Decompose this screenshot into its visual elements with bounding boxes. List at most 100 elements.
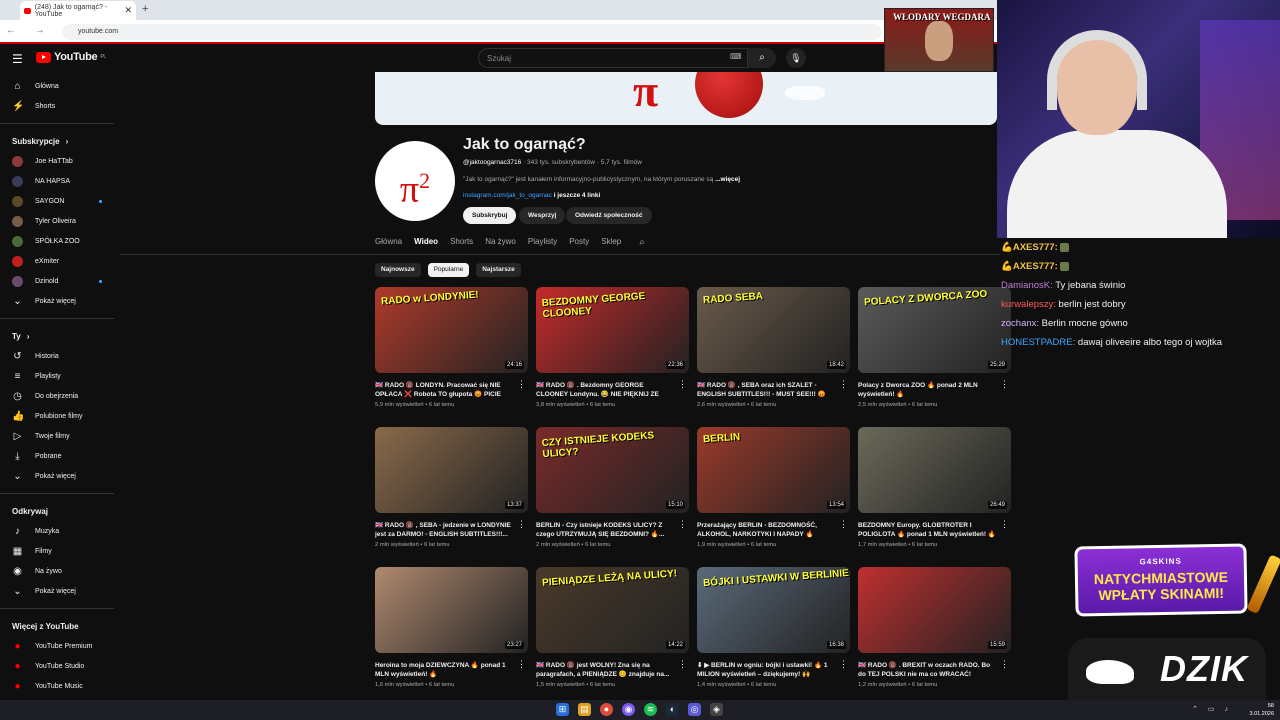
clock[interactable]: 58 3.01.2026 [1250,702,1274,718]
video-title[interactable]: 🇬🇧 RADO 🔞 . BREXIT w oczach RADO. Bo do … [858,661,1011,679]
video-thumbnail[interactable]: RADO w LONDYNIE! 24:16 [375,287,528,373]
sidebar-item[interactable]: ↺ Historia [0,346,120,366]
discord-icon[interactable]: ◉ [622,703,635,716]
more-options-icon[interactable]: ⋮ [678,659,687,670]
video-card[interactable]: 15:59 🇬🇧 RADO 🔞 . BREXIT w oczach RADO. B… [858,567,1011,707]
steam-icon[interactable]: ◐ [666,703,679,716]
tab-na-żywo[interactable]: Na żywo [485,237,516,248]
subs-show-more[interactable]: ⌄ Pokaż więcej [0,291,120,311]
channel-avatar[interactable]: π2 [375,141,455,221]
sidebar-subscription[interactable]: SPÓŁKA ZOO [0,231,120,251]
keyboard-icon[interactable]: ⌨ [730,52,742,61]
sidebar-subscription[interactable]: eXmiter [0,251,120,271]
sidebar-item[interactable]: ● YouTube Premium [0,636,120,656]
chrome-icon[interactable]: ● [600,703,613,716]
video-title[interactable]: 🇬🇧 RADO 🔞 , SEBA oraz ich SZALET - ENGLI… [697,381,850,399]
support-button[interactable]: Wesprzyj [519,207,566,224]
chip-najnowsze[interactable]: Najnowsze [375,263,421,277]
browser-tab[interactable]: (248) Jak to ogarnąć? - YouTube ✕ [20,1,136,20]
video-thumbnail[interactable]: 15:59 [858,567,1011,653]
sidebar-item[interactable]: ⌄ Pokaż więcej [0,581,120,601]
video-card[interactable]: CZY ISTNIEJE KODEKS ULICY? 15:10 BERLIN - … [536,427,689,567]
tab-wideo[interactable]: Wideo [414,237,438,248]
spotify-icon[interactable]: ≋ [644,703,657,716]
sidebar-subscription[interactable]: Joe HaTTab [0,151,120,171]
tab-posty[interactable]: Posty [569,237,589,248]
more-options-icon[interactable]: ⋮ [678,379,687,390]
channel-description[interactable]: "Jak to ogarnąć?" jest kanałem informacy… [463,176,740,183]
sidebar-subscription[interactable]: Dzinold [0,271,120,291]
sidebar-item[interactable]: ≡ Playlisty [0,366,120,386]
sidebar-item[interactable]: ⌄ Pokaż więcej [0,466,120,486]
chip-najstarsze[interactable]: Najstarsze [476,263,521,277]
video-thumbnail[interactable]: 23:27 [375,567,528,653]
video-title[interactable]: 🇬🇧 RADO 🔞 . Bezdomny GEORGE CLOONEY Lond… [536,381,689,399]
tab-shorts[interactable]: Shorts [450,237,473,248]
video-card[interactable]: 13:37 🇬🇧 RADO 🔞 , SEBA - jedzenie w LONDY… [375,427,528,567]
video-card[interactable]: POLACY Z DWORCA ZOO 25:29 Polacy z Dworca … [858,287,1011,427]
video-card[interactable]: RADO SEBA 18:42 🇬🇧 RADO 🔞 , SEBA oraz ich … [697,287,850,427]
mic-button[interactable]: 🎙 [786,48,806,68]
subscribe-button[interactable]: Subskrybuj [463,207,517,224]
more-options-icon[interactable]: ⋮ [1000,379,1009,390]
video-title[interactable]: BEZDOMNY Europy. GLOBTROTER I POLIGLOTA … [858,521,1011,539]
tray-icons[interactable]: ⌃ ▭ ♪ [1192,705,1232,713]
video-title[interactable]: 🇬🇧 RADO 🔞 LONDYN. Pracować się NIE OPŁAC… [375,381,528,399]
more-options-icon[interactable]: ⋮ [678,519,687,530]
sidebar-item[interactable]: ◉ Na żywo [0,561,120,581]
new-tab-button[interactable]: + [142,3,148,15]
video-card[interactable]: RADO w LONDYNIE! 24:16 🇬🇧 RADO 🔞 LONDYN. P… [375,287,528,427]
more-options-icon[interactable]: ⋮ [839,519,848,530]
video-thumbnail[interactable]: BERLIN 13:54 [697,427,850,513]
sidebar-item[interactable]: ▷ Twoje filmy [0,426,120,446]
video-thumbnail[interactable]: 26:49 [858,427,1011,513]
sidebar-item[interactable]: ♪ Muzyka [0,521,120,541]
tab-close-icon[interactable]: ✕ [124,5,132,16]
video-thumbnail[interactable]: RADO SEBA 18:42 [697,287,850,373]
folder-icon[interactable]: ▤ [578,703,591,716]
app-icon[interactable]: ◈ [710,703,723,716]
video-title[interactable]: ⬇ ▶ BERLIN w ogniu: bójki i ustawki! 🔥 1… [697,661,850,679]
sidebar-item-shorts[interactable]: ⚡ Shorts [0,96,120,116]
chip-popularne[interactable]: Popularne [427,263,470,277]
start-icon[interactable]: ⊞ [556,703,569,716]
community-button[interactable]: Odwiedź społeczność [566,207,652,224]
tab-główna[interactable]: Główna [375,237,402,248]
sidebar-item[interactable]: ⤓ Pobrane [0,446,120,466]
sidebar-subscription[interactable]: SAYGON [0,191,120,211]
sidebar-subscription[interactable]: Tyler Oliveira [0,211,120,231]
video-card[interactable]: PIENIĄDZE LEŻĄ NA ULICY! 14:22 🇬🇧 RADO 🔞 j… [536,567,689,707]
more-options-icon[interactable]: ⋮ [1000,659,1009,670]
video-thumbnail[interactable]: CZY ISTNIEJE KODEKS ULICY? 15:10 [536,427,689,513]
video-thumbnail[interactable]: 13:37 [375,427,528,513]
more-options-icon[interactable]: ⋮ [517,379,526,390]
menu-icon[interactable]: ☰ [12,52,23,66]
tab-search-icon[interactable]: ⌕ [639,237,645,248]
video-thumbnail[interactable]: POLACY Z DWORCA ZOO 25:29 [858,287,1011,373]
more-options-icon[interactable]: ⋮ [517,519,526,530]
obs-icon[interactable]: ◎ [688,703,701,716]
video-card[interactable]: 26:49 BEZDOMNY Europy. GLOBTROTER I POLIG… [858,427,1011,567]
video-thumbnail[interactable]: PIENIĄDZE LEŻĄ NA ULICY! 14:22 [536,567,689,653]
sidebar-item[interactable]: 👍 Polubione filmy [0,406,120,426]
more-options-icon[interactable]: ⋮ [839,379,848,390]
tab-sklep[interactable]: Sklep [601,237,621,248]
video-title[interactable]: Przerażający BERLIN - BEZDOMNOŚĆ, ALKOHO… [697,521,850,539]
video-thumbnail[interactable]: BÓJKI I USTAWKI W BERLINIE 16:38 [697,567,850,653]
url-field[interactable]: youtube.com [62,24,882,40]
description-more[interactable]: ...więcej [715,176,740,183]
video-title[interactable]: BERLIN - Czy istnieje KODEKS ULICY? Z cz… [536,521,689,539]
video-title[interactable]: 🇬🇧 RADO 🔞 jest WOLNY! Zna się na paragra… [536,661,689,679]
sidebar-item[interactable]: ● YouTube Studio [0,656,120,676]
tab-playlisty[interactable]: Playlisty [528,237,557,248]
video-card[interactable]: 23:27 Heroina to moja DZIEWCZYNA 🔥 ponad … [375,567,528,707]
sidebar-subscription[interactable]: NA HAPSA [0,171,120,191]
video-thumbnail[interactable]: BEZDOMNY GEORGE CLOONEY 22:36 [536,287,689,373]
video-title[interactable]: Polacy z Dworca ZOO 🔥 ponad 2 MLN wyświe… [858,381,1011,399]
more-options-icon[interactable]: ⋮ [1000,519,1009,530]
video-card[interactable]: BERLIN 13:54 Przerażający BERLIN - BEZDOMN… [697,427,850,567]
search-button[interactable]: ⌕ [748,48,776,68]
subscriptions-heading[interactable]: Subskrypcje › [0,131,120,151]
video-title[interactable]: 🇬🇧 RADO 🔞 , SEBA - jedzenie w LONDYNIE j… [375,521,528,539]
channel-link-more[interactable]: i jeszcze 4 linki [552,192,601,199]
